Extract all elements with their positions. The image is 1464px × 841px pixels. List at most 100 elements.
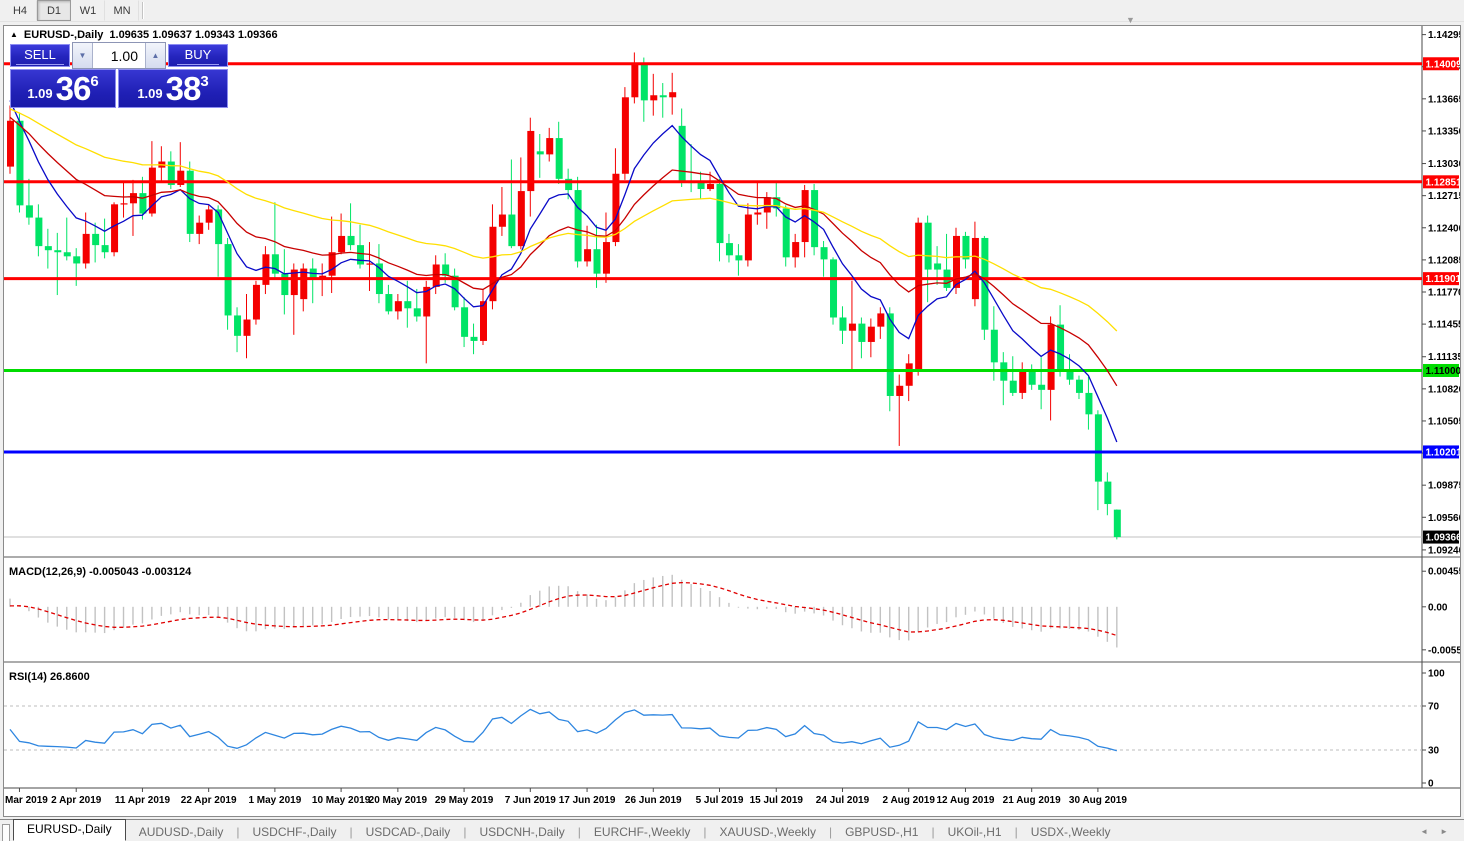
timeframe-button-d1[interactable]: D1 — [37, 0, 71, 21]
tab-eurusd-daily[interactable]: EURUSD-,Daily — [13, 819, 126, 841]
price-badge-label: 1.11901 — [1426, 274, 1462, 285]
candle-body — [925, 223, 932, 270]
candle-body — [281, 274, 288, 295]
price-axis-label: 1.10820 — [1428, 384, 1461, 395]
price-axis-label: 1.11135 — [1428, 352, 1461, 363]
candle-body — [546, 138, 553, 154]
price-axis-label: 1.12400 — [1428, 223, 1461, 234]
candle-body — [858, 324, 865, 342]
macd-indicator-label: MACD(12,26,9) -0.005043 -0.003124 — [9, 566, 191, 578]
ma-fast-line — [10, 101, 1117, 443]
candle-body — [130, 193, 137, 203]
timeframe-button-w1[interactable]: W1 — [71, 0, 105, 21]
price-axis-label: 1.09240 — [1428, 545, 1461, 556]
date-axis-label: 30 Aug 2019 — [1069, 795, 1127, 806]
candle-body — [594, 249, 601, 273]
buy-price-button[interactable]: 1.09 38 3 — [118, 69, 228, 108]
candle-body — [1104, 482, 1111, 504]
chart-window: 1.142951.139801.136651.133501.130301.127… — [3, 25, 1461, 817]
chart-canvas[interactable]: 1.142951.139801.136651.133501.130301.127… — [4, 26, 1460, 816]
buy-price-prefix: 1.09 — [137, 86, 162, 101]
price-axis-label: 1.09875 — [1428, 481, 1461, 492]
tab-scroll-right-icon[interactable]: ► — [1440, 827, 1448, 836]
candle-body — [537, 151, 544, 154]
date-axis-label: 29 May 2019 — [435, 795, 494, 806]
price-axis-label: 1.12715 — [1428, 191, 1461, 202]
candle-body — [1095, 414, 1102, 481]
candle-body — [811, 190, 818, 247]
date-axis-label: 26 Jun 2019 — [625, 795, 682, 806]
candle-body — [187, 171, 194, 234]
ma-lines-layer — [10, 101, 1117, 443]
candle-body — [111, 204, 118, 252]
date-axis-label: 12 Aug 2019 — [936, 795, 994, 806]
candle-body — [26, 205, 33, 217]
candle-body — [915, 223, 922, 371]
candle-body — [338, 236, 345, 252]
date-axis-label: 24 Mar 2019 — [3, 795, 48, 806]
candle-body — [1029, 372, 1036, 385]
candle-body — [7, 121, 14, 167]
tab-audusd-daily[interactable]: AUDUSD-,Daily — [126, 824, 237, 841]
candle-body — [717, 184, 724, 243]
candle-body — [660, 95, 667, 97]
date-axis-label: 17 Jun 2019 — [559, 795, 616, 806]
ma-medium-line — [10, 117, 1117, 386]
candle-body — [934, 263, 941, 269]
tab-usdchf-daily[interactable]: USDCHF-,Daily — [240, 824, 350, 841]
sell-price-button[interactable]: 1.09 36 6 — [10, 69, 116, 108]
candle-body — [1076, 380, 1083, 393]
tab-gbpusd-h1[interactable]: GBPUSD-,H1 — [832, 824, 931, 841]
chart-shift-marker-icon[interactable]: ▼ — [1126, 15, 1135, 25]
candle-body — [726, 243, 733, 255]
candle-body — [650, 95, 657, 100]
price-axis-label: 1.14295 — [1428, 30, 1461, 41]
tab-usdcnh-daily[interactable]: USDCNH-,Daily — [466, 824, 577, 841]
price-badge-label: 1.12851 — [1426, 177, 1462, 188]
buy-button[interactable]: BUY — [168, 44, 228, 67]
candle-body — [461, 307, 468, 337]
candle-body — [262, 254, 269, 285]
timeframe-button-h4[interactable]: H4 — [3, 0, 37, 21]
price-axis-label: 1.13350 — [1428, 126, 1461, 137]
macd-axis-label: 0.00455 — [1428, 567, 1461, 578]
timeframe-button-mn[interactable]: MN — [105, 0, 139, 21]
candle-body — [631, 65, 638, 98]
tab-eurchf-weekly[interactable]: EURCHF-,Weekly — [581, 824, 703, 841]
candle-body — [357, 245, 364, 264]
volume-increase-button[interactable]: ▲ — [145, 43, 165, 68]
candle-body — [991, 330, 998, 363]
date-axis-label: 20 May 2019 — [369, 795, 428, 806]
price-axis-label: 1.13665 — [1428, 94, 1461, 105]
candle-body — [508, 215, 515, 247]
tab-usdcad-daily[interactable]: USDCAD-,Daily — [353, 824, 464, 841]
buy-price-sup: 3 — [200, 73, 208, 90]
candle-body — [83, 234, 90, 264]
candle-body — [196, 223, 203, 234]
macd-axis-label: 0.00 — [1428, 602, 1448, 613]
candle-body — [480, 301, 487, 341]
price-badge-label: 1.11000 — [1426, 366, 1462, 377]
axis-labels-layer: 1.142951.139801.136651.133501.130301.127… — [3, 30, 1461, 806]
tab-usdx-weekly[interactable]: USDX-,Weekly — [1018, 824, 1124, 841]
tab-scroll-left-icon[interactable]: ◄ — [1420, 827, 1428, 836]
volume-decrease-button[interactable]: ▼ — [73, 43, 93, 68]
candles-layer — [4, 52, 1422, 539]
sell-button[interactable]: SELL — [10, 44, 70, 67]
volume-field[interactable]: 1.00 — [93, 43, 145, 68]
price-axis-label: 1.11455 — [1428, 320, 1461, 331]
tab-scroll-arrows: ◄ ► — [1420, 827, 1448, 836]
candle-body — [404, 301, 411, 308]
ma-slow-line — [10, 109, 1117, 331]
price-axis-label: 1.10505 — [1428, 416, 1461, 427]
candle-body — [962, 236, 969, 259]
candle-body — [622, 97, 629, 173]
tab-xauusd-weekly[interactable]: XAUUSD-,Weekly — [706, 824, 828, 841]
candle-body — [244, 320, 251, 336]
candle-body — [792, 242, 799, 257]
tab-ukoil-h1[interactable]: UKOil-,H1 — [935, 824, 1015, 841]
candle-body — [395, 301, 402, 311]
buy-price-big: 38 — [166, 72, 201, 105]
date-axis-label: 7 Jun 2019 — [505, 795, 557, 806]
candle-body — [877, 313, 884, 326]
